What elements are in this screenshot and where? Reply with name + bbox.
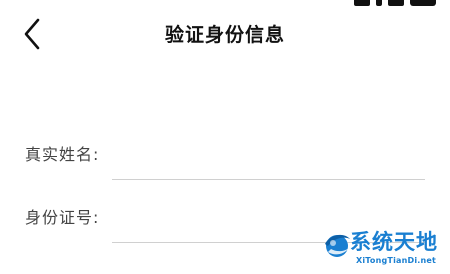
header: 验证身份信息 [0, 12, 450, 56]
real-name-underline [112, 179, 425, 180]
real-name-label: 真实姓名: [25, 145, 100, 164]
real-name-row: 真实姓名: [0, 133, 450, 183]
status-icons [354, 0, 436, 6]
page-title: 验证身份信息 [164, 24, 285, 46]
signal-icon [354, 0, 370, 6]
watermark-url: XiTongTianDi.net [356, 256, 437, 265]
watermark-brand: 系统天地 [350, 230, 438, 254]
real-name-input[interactable] [112, 137, 425, 169]
signal-bar-icon [376, 0, 382, 6]
id-number-label: 身份证号: [25, 208, 100, 227]
battery-icon [410, 0, 436, 6]
wifi-icon [388, 0, 404, 6]
status-bar [0, 0, 450, 10]
globe-swirl-icon [325, 234, 350, 257]
watermark: 系统天地 XiTongTianDi.net [322, 226, 444, 272]
